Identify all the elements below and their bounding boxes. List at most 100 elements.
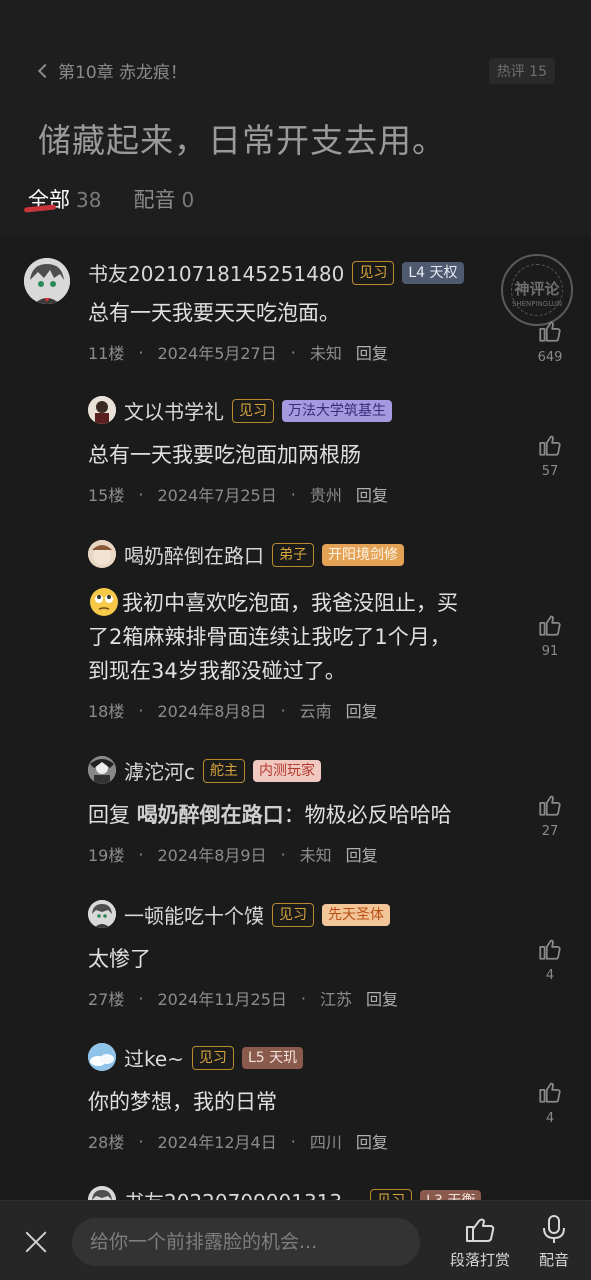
comment-header: 过ke~ 见习 L5 天玑 <box>124 1043 304 1072</box>
reply-button[interactable]: 回复 <box>356 1129 388 1153</box>
hot-comment-count: 热评 15 <box>488 58 555 84</box>
comment-meta: 19楼 · 2024年8月9日 · 未知 回复 <box>88 842 378 866</box>
meta-dot: · <box>290 1131 296 1151</box>
comment-location: 江苏 <box>320 990 353 1009</box>
meta-dot: · <box>290 342 296 362</box>
username[interactable]: 书友20220709001313… <box>124 1186 362 1200</box>
floor-number: 11楼 <box>88 344 125 363</box>
like-button[interactable]: 91 <box>535 612 565 659</box>
comment-text-line-2: 了2箱麻辣排骨面连续让我吃了1个月， <box>88 625 451 649</box>
comment-meta: 28楼 · 2024年12月4日 · 四川 回复 <box>88 1129 388 1153</box>
user-title-badge: L3 天衡 <box>420 1189 482 1200</box>
username[interactable]: 滹沱河c <box>124 756 195 785</box>
thumbs-up-icon <box>539 1082 561 1103</box>
meta-dot: · <box>138 484 144 504</box>
rolling-eyes-emoji-icon <box>88 586 120 618</box>
hand-tip-icon <box>466 1218 495 1242</box>
paragraph-tip-label: 段落打赏 <box>450 1251 511 1269</box>
comment-text: 回复 喝奶醉倒在路口：物极必反哈哈哈 <box>88 798 528 832</box>
like-count: 4 <box>545 1111 555 1126</box>
comment-date: 2024年5月27日 <box>157 344 277 363</box>
comment-date: 2024年8月8日 <box>157 702 267 721</box>
comment-meta: 18楼 · 2024年8月8日 · 云南 回复 <box>88 698 378 722</box>
thumbs-up-icon <box>539 939 561 960</box>
avatar[interactable] <box>88 396 116 424</box>
comment-text-line-1: 我初中喜欢吃泡面，我爸没阻止，买 <box>122 591 458 615</box>
username[interactable]: 书友20210718145251480 <box>88 258 344 287</box>
avatar[interactable] <box>88 900 116 928</box>
like-button[interactable]: 4 <box>535 936 565 983</box>
paragraph-tip-button[interactable]: 段落打赏 <box>450 1213 510 1270</box>
avatar[interactable] <box>88 756 116 784</box>
user-title-badge: 万法大学筑基生 <box>282 399 392 422</box>
comment-header: 书友20220709001313… 见习 L3 天衡 <box>124 1186 482 1200</box>
floor-number: 15楼 <box>88 486 125 505</box>
meta-dot: · <box>138 342 144 362</box>
user-level-badge: 见习 <box>191 1045 234 1070</box>
comment-location: 云南 <box>299 702 332 721</box>
comment-date: 2024年7月25日 <box>157 486 277 505</box>
chapter-back-link[interactable]: 第10章 赤龙痕！ <box>37 58 188 83</box>
comment-text: 我初中喜欢吃泡面，我爸没阻止，买 了2箱麻辣排骨面连续让我吃了1个月， 到现在3… <box>88 586 528 688</box>
user-title-badge: 先天圣体 <box>322 903 390 926</box>
avatar[interactable] <box>24 258 70 304</box>
tab-all[interactable]: 全部 38 <box>23 184 101 214</box>
user-level-badge: 舵主 <box>203 758 245 783</box>
comment-list[interactable]: 书友20210718145251480 见习 L4 天权 神评论 SHENPIN… <box>0 234 591 1200</box>
like-button[interactable]: 649 <box>535 318 565 365</box>
comment-text: 太惨了 <box>88 947 151 971</box>
like-count: 27 <box>541 824 559 839</box>
voice-dubbing-button[interactable]: 配音 <box>538 1213 570 1270</box>
comment-input[interactable]: 给你一个前排露脸的机会... <box>72 1218 420 1266</box>
comment-text: 总有一天我要天天吃泡面。 <box>88 301 340 325</box>
comment-meta: 27楼 · 2024年11月25日 · 江苏 回复 <box>88 986 398 1010</box>
comment-date: 2024年11月25日 <box>157 990 287 1009</box>
comment-tabs: 全部 38 配音 0 <box>23 184 194 214</box>
reply-button[interactable]: 回复 <box>366 986 398 1010</box>
tab-dubbing[interactable]: 配音 0 <box>133 184 194 214</box>
meta-dot: · <box>138 844 144 864</box>
reply-button[interactable]: 回复 <box>356 482 388 506</box>
username[interactable]: 文以书学礼 <box>124 396 224 425</box>
comment-text-line: 我初中喜欢吃泡面，我爸没阻止，买 <box>88 586 528 620</box>
user-level-badge: 见习 <box>352 260 395 285</box>
user-level-badge: 见习 <box>370 1188 413 1200</box>
like-button[interactable]: 27 <box>535 792 565 839</box>
like-button[interactable]: 4 <box>535 1079 565 1126</box>
user-level-badge: 弟子 <box>272 542 314 567</box>
username[interactable]: 喝奶醉倒在路口 <box>124 540 264 569</box>
reply-button[interactable]: 回复 <box>356 340 388 364</box>
close-icon[interactable] <box>24 1230 48 1254</box>
user-title-badge: 开阳境剑修 <box>322 543 404 566</box>
floor-number: 27楼 <box>88 990 125 1009</box>
like-button[interactable]: 57 <box>535 432 565 479</box>
thumbs-up-icon <box>539 321 561 342</box>
avatar[interactable] <box>88 540 116 568</box>
comment-location: 四川 <box>309 1133 342 1152</box>
like-count: 4 <box>545 968 555 983</box>
comment-header: 文以书学礼 见习 万法大学筑基生 <box>124 396 392 425</box>
reply-prefix: 回复 <box>88 803 130 827</box>
avatar[interactable] <box>88 1043 116 1071</box>
thumbs-up-icon <box>539 615 561 636</box>
meta-dot: · <box>280 700 286 720</box>
chapter-title: 第10章 赤龙痕！ <box>58 63 188 83</box>
tab-dubbing-label: 配音 <box>133 188 176 212</box>
comment-header: 滹沱河c 舵主 内测玩家 <box>124 756 321 785</box>
thumbs-up-icon <box>539 795 561 816</box>
chevron-left-icon <box>37 63 53 78</box>
bottom-toolbar: 给你一个前排露脸的机会... 段落打赏 配音 <box>0 1200 591 1280</box>
avatar[interactable] <box>88 1186 116 1200</box>
reply-mention[interactable]: 喝奶醉倒在路口 <box>137 803 284 827</box>
meta-dot: · <box>290 484 296 504</box>
comment-meta: 11楼 · 2024年5月27日 · 未知 回复 <box>88 340 388 364</box>
comment-text-line-3: 到现在34岁我都没碰过了。 <box>88 659 346 683</box>
user-level-badge: 见习 <box>232 398 274 423</box>
user-level-badge: 见习 <box>272 902 314 927</box>
comment-location: 未知 <box>299 846 332 865</box>
reply-button[interactable]: 回复 <box>346 842 378 866</box>
comment-text: 你的梦想，我的日常 <box>88 1090 277 1114</box>
username[interactable]: 过ke~ <box>124 1043 184 1072</box>
username[interactable]: 一顿能吃十个馍 <box>124 900 264 929</box>
reply-button[interactable]: 回复 <box>346 698 378 722</box>
